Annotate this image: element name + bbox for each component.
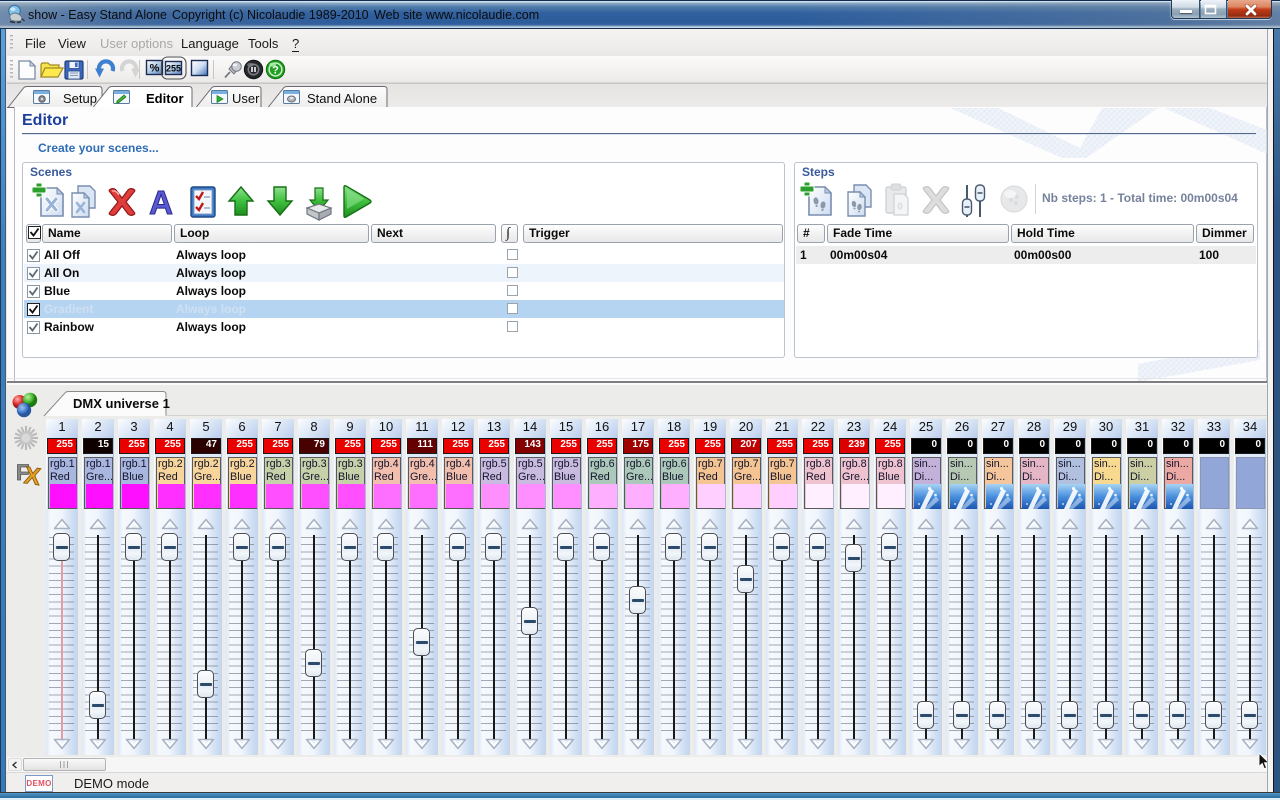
svg-text:%: % — [150, 63, 160, 75]
svg-text:A: A — [149, 184, 173, 221]
svg-text:255: 255 — [166, 64, 181, 74]
svg-text:X: X — [23, 462, 43, 491]
svg-text:?: ? — [272, 65, 279, 77]
